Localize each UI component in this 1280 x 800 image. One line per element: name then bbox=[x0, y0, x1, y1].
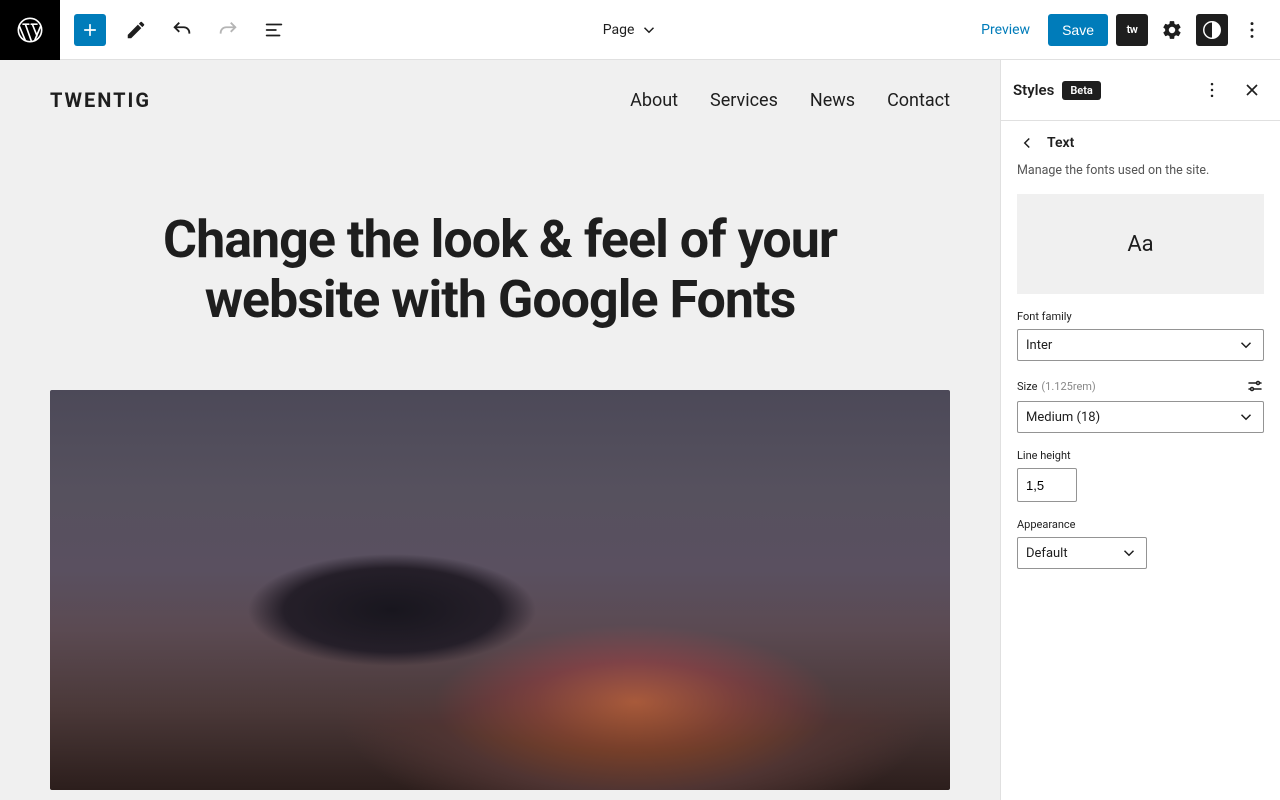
document-overview-button[interactable] bbox=[258, 14, 290, 46]
chevron-down-icon bbox=[640, 21, 658, 39]
sidebar-more-button[interactable] bbox=[1196, 74, 1228, 106]
document-type-label: Page bbox=[603, 22, 635, 38]
appearance-value: Default bbox=[1026, 546, 1068, 561]
sidebar-description: Manage the fonts used on the site. bbox=[1001, 157, 1280, 194]
more-options-button[interactable] bbox=[1236, 14, 1268, 46]
nav-item[interactable]: Contact bbox=[887, 90, 950, 111]
sidebar-title: Styles bbox=[1013, 81, 1054, 99]
size-label: Size bbox=[1017, 380, 1037, 393]
editor-canvas[interactable]: TWENTIG About Services News Contact Chan… bbox=[0, 60, 1000, 800]
font-size-select[interactable]: Medium (18) bbox=[1017, 401, 1264, 433]
font-family-select[interactable]: Inter bbox=[1017, 329, 1264, 361]
line-height-label: Line height bbox=[1017, 449, 1264, 462]
close-sidebar-button[interactable] bbox=[1236, 74, 1268, 106]
sidebar-subtitle: Text bbox=[1047, 135, 1074, 151]
nav-item[interactable]: News bbox=[810, 90, 855, 111]
settings-button[interactable] bbox=[1156, 14, 1188, 46]
sliders-icon bbox=[1246, 377, 1264, 395]
chevron-down-icon bbox=[1237, 336, 1255, 354]
hero-image[interactable] bbox=[50, 390, 950, 790]
wordpress-icon bbox=[16, 16, 44, 44]
back-button[interactable] bbox=[1017, 133, 1037, 153]
more-vertical-icon bbox=[1241, 19, 1263, 41]
font-family-value: Inter bbox=[1026, 338, 1052, 353]
chevron-down-icon bbox=[1237, 408, 1255, 426]
plus-icon bbox=[80, 20, 100, 40]
wordpress-logo-button[interactable] bbox=[0, 0, 60, 60]
preview-button[interactable]: Preview bbox=[971, 16, 1040, 44]
nav-item[interactable]: About bbox=[630, 90, 678, 111]
hero-heading[interactable]: Change the look & feel of your website w… bbox=[90, 210, 910, 330]
save-button[interactable]: Save bbox=[1048, 14, 1108, 46]
pencil-icon bbox=[125, 19, 147, 41]
add-block-button[interactable] bbox=[74, 14, 106, 46]
redo-button[interactable] bbox=[212, 14, 244, 46]
styles-sidebar: Styles Beta Text Manage the fonts used o… bbox=[1000, 60, 1280, 800]
edit-tool-button[interactable] bbox=[120, 14, 152, 46]
typography-preview: Aa bbox=[1017, 194, 1264, 294]
styles-button[interactable] bbox=[1196, 14, 1228, 46]
size-hint: (1.125rem) bbox=[1041, 380, 1095, 393]
undo-icon bbox=[171, 19, 193, 41]
document-type-dropdown[interactable]: Page bbox=[290, 21, 971, 39]
primary-nav: About Services News Contact bbox=[630, 90, 950, 111]
line-height-input[interactable] bbox=[1017, 468, 1077, 502]
beta-badge: Beta bbox=[1062, 81, 1101, 100]
close-icon bbox=[1242, 80, 1262, 100]
chevron-down-icon bbox=[1120, 544, 1138, 562]
twentig-badge[interactable]: tw bbox=[1116, 14, 1148, 46]
appearance-select[interactable]: Default bbox=[1017, 537, 1147, 569]
chevron-left-icon bbox=[1018, 134, 1036, 152]
font-family-label: Font family bbox=[1017, 310, 1264, 323]
appearance-label: Appearance bbox=[1017, 518, 1264, 531]
undo-button[interactable] bbox=[166, 14, 198, 46]
list-icon bbox=[263, 19, 285, 41]
site-title[interactable]: TWENTIG bbox=[50, 88, 151, 112]
size-settings-button[interactable] bbox=[1246, 377, 1264, 395]
font-size-value: Medium (18) bbox=[1026, 410, 1100, 425]
top-toolbar: Page Preview Save tw bbox=[0, 0, 1280, 60]
nav-item[interactable]: Services bbox=[710, 90, 778, 111]
styles-icon bbox=[1201, 19, 1223, 41]
redo-icon bbox=[217, 19, 239, 41]
gear-icon bbox=[1161, 19, 1183, 41]
more-vertical-icon bbox=[1202, 80, 1222, 100]
